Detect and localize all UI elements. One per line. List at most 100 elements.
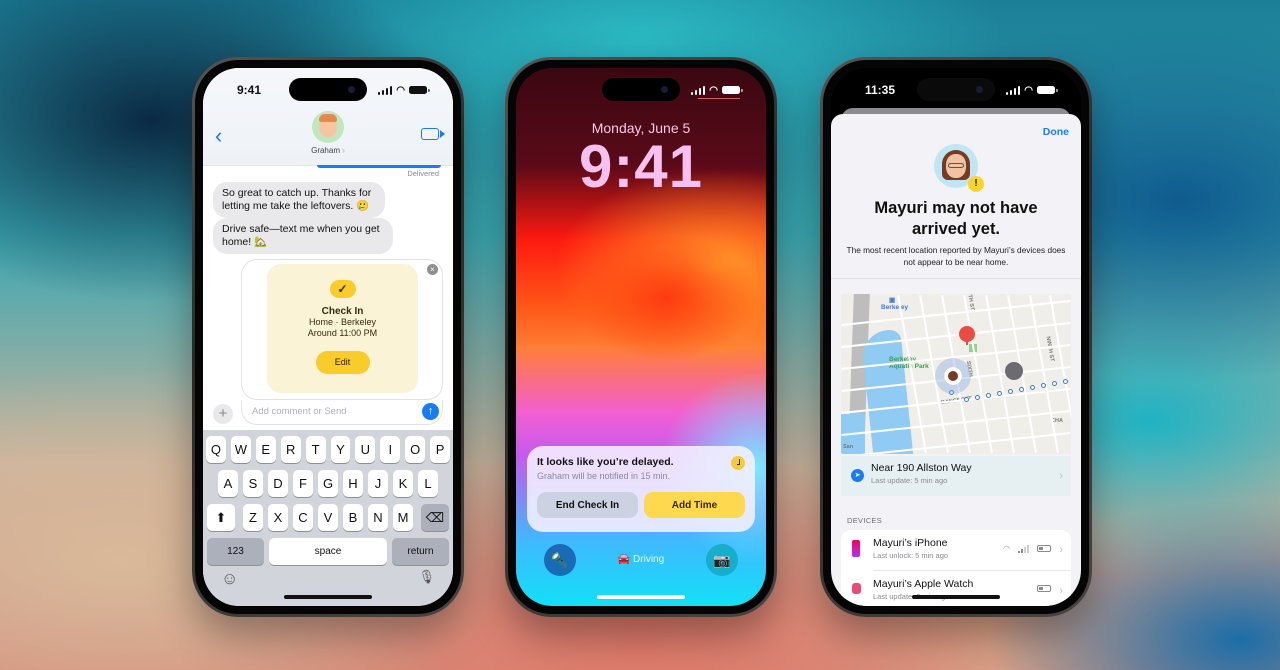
home-indicator[interactable]: [912, 595, 1000, 599]
plus-icon[interactable]: +: [213, 404, 233, 424]
keyboard-row-3: ⬆ ZXCVBNM ⌫: [206, 504, 450, 531]
contact-avatar[interactable]: [312, 111, 344, 143]
status-bar: 9:41 ◠: [203, 80, 453, 100]
return-key[interactable]: return: [391, 538, 449, 565]
key-f[interactable]: F: [293, 470, 313, 497]
chevron-right-icon: ›: [1059, 585, 1063, 597]
divider: [831, 278, 1081, 279]
location-trail-dot: [986, 393, 991, 398]
checkin-edit-button[interactable]: Edit: [315, 351, 370, 374]
unlock-location-icon[interactable]: [1005, 362, 1023, 380]
key-e[interactable]: E: [255, 436, 276, 463]
compose-input[interactable]: Add comment or Send ↑: [241, 400, 443, 425]
location-title: Near 190 Allston Way: [871, 462, 972, 474]
shift-icon[interactable]: ⬆: [207, 504, 235, 531]
numbers-key[interactable]: 123: [207, 538, 265, 565]
key-h[interactable]: H: [343, 470, 363, 497]
transit-icon: ▣: [889, 297, 896, 304]
key-z[interactable]: Z: [243, 504, 263, 531]
home-indicator[interactable]: [597, 595, 685, 599]
device-row-watch[interactable]: Mayuri’s Apple Watch Last update: 5 min …: [852, 570, 1071, 606]
cellular-signal-icon: [690, 85, 706, 95]
clock-icon: [731, 456, 745, 470]
lock-screen: ◠ Monday, June 5 9:41 It looks like you’…: [516, 68, 766, 606]
key-i[interactable]: I: [380, 436, 401, 463]
location-map[interactable]: ▣ Berkeley Berkeley Aquatic Park 7TH ST …: [841, 294, 1071, 454]
checkin-preview: ✓ Check In Home · Berkeley Around 11:00 …: [267, 264, 418, 393]
message-bubble: So great to catch up. Thanks for letting…: [213, 182, 385, 218]
key-m[interactable]: M: [393, 504, 413, 531]
facetime-video-icon[interactable]: [421, 128, 445, 140]
chevron-right-icon: ›: [1059, 470, 1063, 482]
cellular-signal-icon: [1005, 85, 1021, 95]
location-row[interactable]: ➤ Near 190 Allston Way Last update: 5 mi…: [841, 456, 1071, 496]
status-bar: 11:35 ◠: [831, 80, 1081, 100]
map-label-berkeley: Berkeley: [881, 304, 909, 311]
key-d[interactable]: D: [268, 470, 288, 497]
emoji-icon[interactable]: ☺: [221, 569, 238, 589]
contact-name[interactable]: Graham: [203, 146, 453, 155]
key-y[interactable]: Y: [330, 436, 351, 463]
microphone-icon[interactable]: 🎙: [418, 569, 435, 589]
key-g[interactable]: G: [318, 470, 338, 497]
key-v[interactable]: V: [318, 504, 338, 531]
location-trail-dot: [1041, 383, 1046, 388]
home-pin-icon[interactable]: [959, 326, 975, 345]
location-trail-dot: [997, 391, 1002, 396]
location-trail-dot: [1052, 381, 1057, 386]
checkin-card: ✓ Check In Home · Berkeley Around 11:00 …: [241, 259, 443, 400]
battery-icon: [1037, 545, 1051, 552]
key-c[interactable]: C: [293, 504, 313, 531]
messages-screen: 9:41 ◠ ‹ Graham Delivered So great to ca…: [203, 68, 453, 606]
key-o[interactable]: O: [405, 436, 426, 463]
map-street: [841, 299, 1071, 327]
delete-icon[interactable]: ⌫: [421, 504, 449, 531]
key-a[interactable]: A: [218, 470, 238, 497]
home-indicator[interactable]: [284, 595, 372, 599]
key-s[interactable]: S: [243, 470, 263, 497]
key-l[interactable]: L: [418, 470, 438, 497]
key-x[interactable]: X: [268, 504, 288, 531]
checkin-eta: Around 11:00 PM: [307, 328, 378, 338]
key-r[interactable]: R: [280, 436, 301, 463]
checkmark-icon: ✓: [329, 280, 356, 298]
key-q[interactable]: Q: [205, 436, 226, 463]
key-b[interactable]: B: [343, 504, 363, 531]
wifi-icon: ◠: [1024, 84, 1033, 96]
location-trail-dot: [964, 397, 969, 402]
location-trail-dot: [1063, 379, 1068, 384]
space-key[interactable]: space: [269, 538, 387, 565]
key-u[interactable]: U: [355, 436, 376, 463]
checkin-destination: Home · Berkeley: [308, 317, 377, 327]
findmy-screen: 11:35 ◠ Done ! Mayuri may not have arriv…: [831, 68, 1081, 606]
location-trail-dot: [1030, 385, 1035, 390]
status-time: 9:41: [237, 83, 262, 97]
camera-icon[interactable]: 📷: [706, 544, 738, 576]
person-location-icon[interactable]: [935, 358, 971, 394]
battery-icon: [409, 86, 430, 94]
compose-placeholder: Add comment or Send: [252, 406, 347, 417]
checkin-title: Check In: [321, 306, 364, 317]
key-w[interactable]: W: [230, 436, 251, 463]
key-p[interactable]: P: [430, 436, 451, 463]
status-time: 11:35: [865, 83, 896, 97]
send-arrow-icon[interactable]: ↑: [422, 403, 439, 420]
key-t[interactable]: T: [305, 436, 326, 463]
location-arrow-icon: ➤: [851, 469, 864, 482]
alert-title: Mayuri may not have arrived yet.: [874, 199, 1038, 238]
delay-notification[interactable]: It looks like you’re delayed. Graham wil…: [527, 446, 755, 532]
cellular-signal-icon: [1018, 544, 1029, 553]
close-icon[interactable]: ×: [427, 264, 438, 275]
add-time-button[interactable]: Add Time: [644, 492, 745, 518]
map-label-ninth: NINTH ST: [1044, 335, 1055, 363]
key-k[interactable]: K: [393, 470, 413, 497]
end-checkin-button[interactable]: End Check In: [537, 492, 638, 518]
key-j[interactable]: J: [368, 470, 388, 497]
message-bubble: Drive safe—text me when you get home! 🏡: [213, 218, 393, 254]
key-n[interactable]: N: [368, 504, 388, 531]
iphone-icon: [852, 540, 860, 557]
chevron-right-icon: ›: [1059, 544, 1063, 556]
findmy-phone: 11:35 ◠ Done ! Mayuri may not have arriv…: [820, 57, 1092, 617]
device-row-iphone[interactable]: Mayuri’s iPhone Last unlock: 5 min ago ◠…: [841, 530, 1071, 570]
done-button[interactable]: Done: [1043, 126, 1069, 138]
